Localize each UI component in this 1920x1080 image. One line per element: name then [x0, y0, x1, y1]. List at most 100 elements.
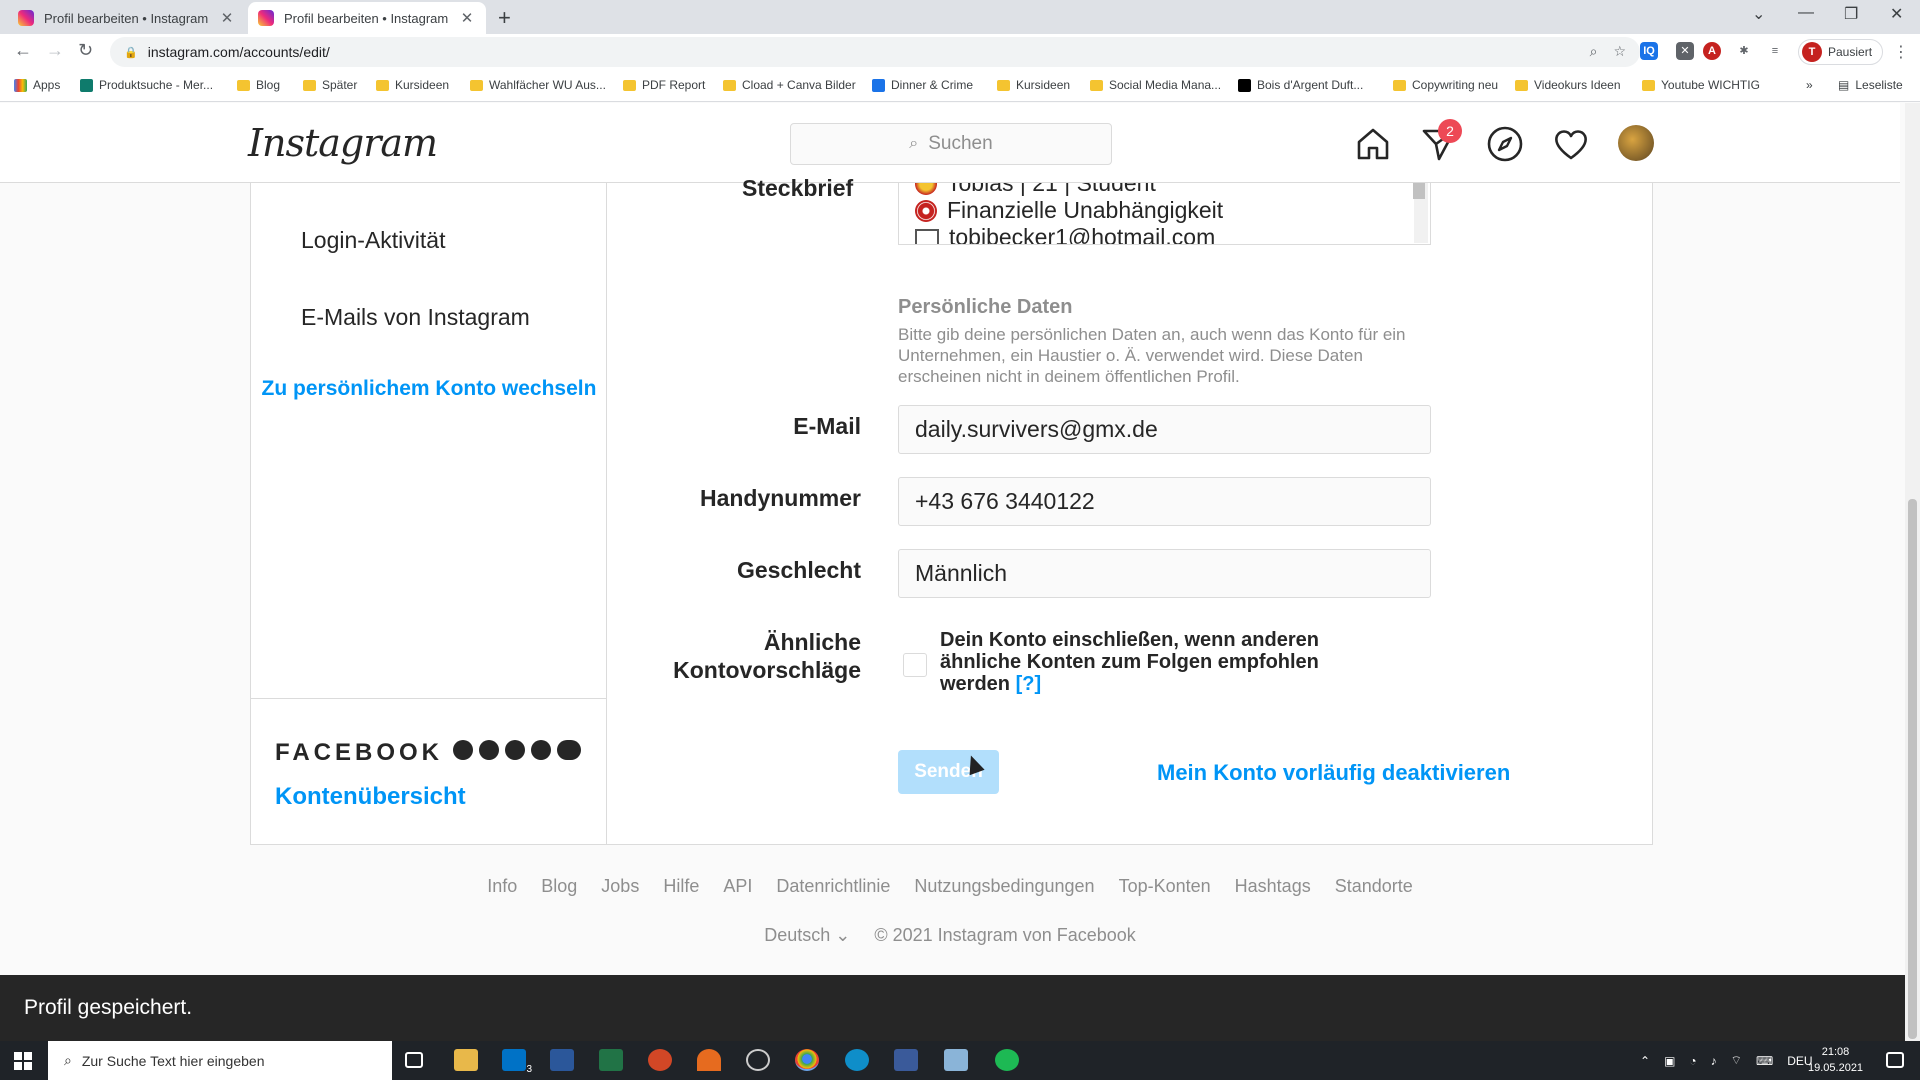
file-explorer-icon[interactable] — [454, 1049, 478, 1071]
help-link[interactable]: [?] — [1016, 673, 1042, 695]
personal-data-title: Persönliche Daten — [898, 296, 1073, 318]
chrome-menu-icon[interactable]: ⋮ — [1893, 42, 1909, 62]
folder-icon — [470, 79, 483, 91]
footer-bottom: Deutsch ⌄ © 2021 Instagram von Facebook — [0, 925, 1900, 946]
submit-button[interactable]: Senden — [898, 750, 999, 794]
mail-app-icon[interactable]: 3 — [502, 1049, 532, 1075]
bookmark-item[interactable]: Copywriting neu — [1393, 78, 1498, 92]
minimize-icon[interactable]: — — [1798, 4, 1814, 22]
bookmarks-overflow-icon[interactable]: » — [1806, 78, 1813, 92]
keyboard-icon[interactable]: ⌨ — [1756, 1054, 1773, 1068]
deactivate-account-link[interactable]: Mein Konto vorläufig deaktivieren — [1157, 760, 1510, 786]
footer-link[interactable]: Blog — [541, 876, 577, 897]
similar-accounts-checkbox[interactable] — [903, 653, 927, 677]
word-icon[interactable] — [550, 1049, 574, 1071]
app-icon[interactable] — [944, 1049, 968, 1071]
back-icon[interactable]: ← — [14, 40, 32, 61]
profile-avatar[interactable] — [1618, 125, 1654, 161]
accounts-center-link[interactable]: Kontenübersicht — [275, 783, 466, 811]
chrome-icon[interactable] — [795, 1049, 819, 1071]
bookmark-item[interactable]: Youtube WICHTIG — [1642, 78, 1760, 92]
taskbar-search-input[interactable]: ⌕ Zur Suche Text hier eingeben — [48, 1041, 392, 1080]
spotify-icon[interactable] — [995, 1049, 1019, 1071]
wifi-icon[interactable]: ◔ — [1689, 1054, 1696, 1068]
bookmark-item[interactable]: Wahlfächer WU Aus... — [470, 78, 606, 92]
bookmark-item[interactable]: PDF Report — [623, 78, 705, 92]
browser-tab-2[interactable]: Profil bearbeiten • Instagram ✕ — [248, 2, 486, 34]
bookmark-item[interactable]: Videokurs Ideen — [1515, 78, 1621, 92]
bookmark-item[interactable]: Cload + Canva Bilder — [723, 78, 856, 92]
extensions-puzzle-icon[interactable]: ✱ — [1735, 42, 1753, 60]
clock[interactable]: 21:08 19.05.2021 — [1808, 1044, 1863, 1076]
address-bar[interactable]: 🔒 instagram.com/accounts/edit/ ⌕ ☆ — [110, 37, 1640, 67]
extension-icon[interactable]: ✕ — [1676, 42, 1694, 60]
footer-link[interactable]: API — [723, 876, 752, 897]
instagram-logo[interactable]: Instagram — [248, 121, 438, 165]
excel-icon[interactable] — [599, 1049, 623, 1071]
reload-icon[interactable]: ↻ — [78, 40, 93, 61]
notifications-icon[interactable] — [1886, 1052, 1904, 1068]
bookmark-item[interactable]: Bois d'Argent Duft... — [1238, 78, 1363, 92]
footer-link[interactable]: Datenrichtlinie — [776, 876, 890, 897]
gender-field[interactable]: Männlich — [898, 549, 1431, 598]
close-tab-icon[interactable]: ✕ — [218, 9, 236, 27]
language-select[interactable]: Deutsch ⌄ — [764, 925, 850, 946]
close-tab-icon[interactable]: ✕ — [458, 9, 476, 27]
footer-link[interactable]: Standorte — [1335, 876, 1413, 897]
activity-heart-icon[interactable] — [1552, 125, 1590, 163]
bookmark-item[interactable]: Dinner & Crime — [872, 78, 973, 92]
bookmark-item[interactable]: Produktsuche - Mer... — [80, 78, 213, 92]
bookmark-item[interactable]: Blog — [237, 78, 280, 92]
search-input[interactable]: ⌕ Suchen — [790, 123, 1112, 165]
task-view-icon[interactable] — [405, 1052, 423, 1068]
tab-search-icon[interactable]: ⌄ — [1752, 4, 1765, 24]
direct-messages-icon[interactable]: 2 — [1420, 119, 1462, 163]
profile-button[interactable]: T Pausiert — [1798, 39, 1884, 65]
footer-link[interactable]: Hilfe — [663, 876, 699, 897]
obs-icon[interactable] — [746, 1049, 770, 1071]
app-icon[interactable] — [697, 1049, 721, 1071]
bookmark-apps[interactable]: Apps — [14, 78, 60, 92]
footer-link[interactable]: Info — [487, 876, 517, 897]
footer-link[interactable]: Top-Konten — [1119, 876, 1211, 897]
app-icon[interactable] — [894, 1049, 918, 1071]
restore-icon[interactable]: ❐ — [1844, 4, 1858, 24]
footer-link[interactable]: Hashtags — [1235, 876, 1311, 897]
sidebar-item-emails[interactable]: E-Mails von Instagram — [301, 304, 530, 331]
bookmark-item[interactable]: Kursideen — [376, 78, 449, 92]
bookmark-item[interactable]: Kursideen — [997, 78, 1070, 92]
bio-textarea[interactable]: Tobias | 21 | Student Finanzielle Unabhä… — [898, 183, 1431, 245]
extension-iq-icon[interactable]: IQ — [1640, 42, 1658, 60]
footer-link[interactable]: Jobs — [601, 876, 639, 897]
textarea-scrollbar[interactable] — [1413, 183, 1428, 243]
forward-icon[interactable]: → — [46, 40, 64, 61]
tray-chevron-icon[interactable]: ⌃ — [1640, 1054, 1650, 1068]
home-icon[interactable] — [1354, 125, 1392, 163]
email-field[interactable]: daily.survivers@gmx.de — [898, 405, 1431, 454]
phone-field[interactable]: +43 676 3440122 — [898, 477, 1431, 526]
edge-icon[interactable] — [845, 1049, 869, 1071]
bookmark-item[interactable]: Später — [303, 78, 357, 92]
page-scroll-thumb[interactable] — [1908, 499, 1917, 1039]
switch-to-personal-account-link[interactable]: Zu persönlichem Konto wechseln — [251, 375, 607, 403]
bookmark-star-icon[interactable]: ☆ — [1613, 43, 1626, 60]
close-window-icon[interactable]: ✕ — [1890, 4, 1903, 24]
volume-icon[interactable]: ♪ — [1711, 1054, 1717, 1068]
meet-now-icon[interactable]: ▣ — [1664, 1054, 1675, 1068]
new-tab-icon[interactable]: + — [498, 5, 511, 31]
powerpoint-icon[interactable] — [648, 1049, 672, 1071]
explore-icon[interactable] — [1486, 125, 1524, 163]
sidebar-item-login-activity[interactable]: Login-Aktivität — [301, 227, 445, 254]
bookmark-item[interactable]: Social Media Mana... — [1090, 78, 1221, 92]
windows-start-icon[interactable] — [14, 1052, 32, 1070]
textarea-scroll-thumb[interactable] — [1413, 183, 1425, 199]
browser-tab-1[interactable]: Profil bearbeiten • Instagram ✕ — [8, 2, 246, 34]
zoom-icon[interactable]: ⌕ — [1590, 43, 1598, 60]
reading-queue-icon[interactable]: ≡ — [1766, 42, 1784, 60]
footer-link[interactable]: Nutzungsbedingungen — [914, 876, 1094, 897]
reading-list[interactable]: ▤ Leseliste — [1838, 78, 1903, 92]
adblock-icon[interactable]: A — [1703, 42, 1721, 60]
profile-status: Pausiert — [1828, 45, 1873, 59]
page-scrollbar[interactable] — [1905, 103, 1920, 1041]
network-icon[interactable]: ⌔ — [1731, 1053, 1742, 1068]
